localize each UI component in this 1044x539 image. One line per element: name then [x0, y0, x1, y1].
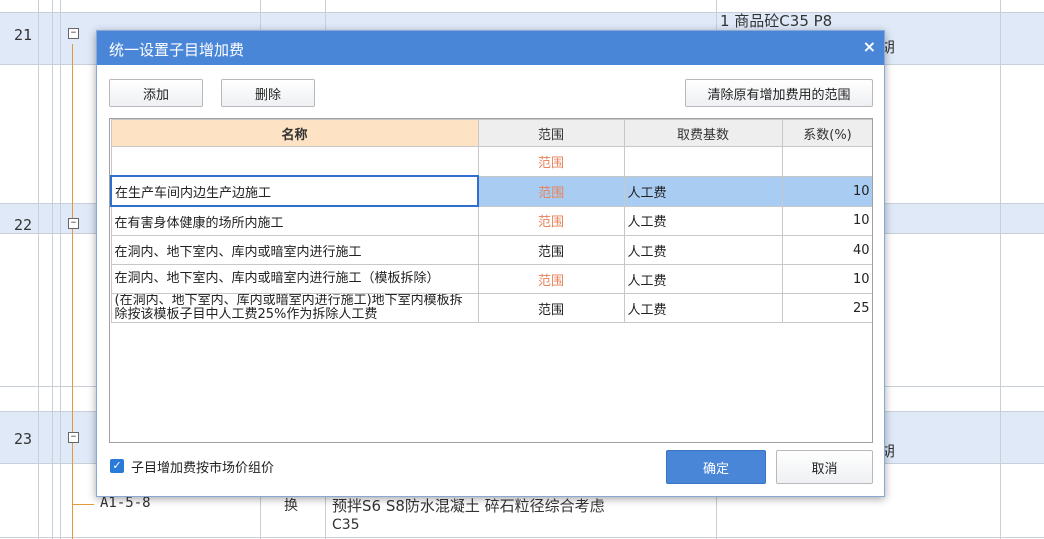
collapse-minus-icon[interactable]: −	[68, 432, 79, 443]
cell-base[interactable]: 人工费	[623, 293, 783, 323]
dialog-title-bar[interactable]: 统一设置子目增加费 ×	[97, 31, 884, 65]
column-header-scope[interactable]: 范围	[477, 119, 625, 147]
cell-coefficient[interactable]	[781, 146, 872, 177]
cell-name[interactable]: (在洞内、地下室内、库内或暗室内进行施工)地下室内模板拆除按该模板子目中人工费2…	[110, 293, 479, 323]
collapse-minus-icon[interactable]: −	[68, 28, 79, 39]
row-number: 21	[14, 26, 33, 44]
cell-name[interactable]: 在洞内、地下室内、库内或暗室内进行施工	[110, 235, 479, 265]
cell-coefficient[interactable]: 40	[781, 235, 872, 265]
item-code: A1-5-8	[100, 495, 151, 511]
cell-scope[interactable]: 范围	[477, 205, 625, 236]
item-description-2: C35	[332, 517, 360, 533]
checkbox-checked-icon[interactable]: ✓	[110, 459, 124, 473]
cell-coefficient[interactable]: 10	[781, 175, 872, 207]
table-row[interactable]: 范围	[110, 146, 872, 177]
collapse-minus-icon[interactable]: −	[68, 218, 79, 229]
material-text: 1 商品砼C35 P8	[720, 12, 833, 30]
cell-scope[interactable]: 范围	[477, 146, 625, 177]
table-row[interactable]: 在洞内、地下室内、库内或暗室内进行施工（模板拆除） 范围 人工费 10	[110, 264, 872, 294]
close-icon[interactable]: ×	[863, 37, 876, 56]
surcharge-grid[interactable]: 名称 范围 取费基数 系数(%) 范围 在生产车间内边生产边施工 范围 人工费	[109, 118, 873, 443]
set-surcharge-dialog: 统一设置子目增加费 × 添加 删除 清除原有增加费用的范围 名称 范围 取费基数…	[96, 30, 885, 497]
cell-base[interactable]: 人工费	[623, 175, 783, 207]
row-number: 22	[14, 216, 33, 234]
row-number: 23	[14, 430, 33, 448]
market-price-checkbox-label[interactable]: 子目增加费按市场价组价	[131, 457, 274, 476]
column-header-base[interactable]: 取费基数	[623, 119, 783, 147]
cell-scope[interactable]: 范围	[477, 264, 625, 294]
ok-button[interactable]: 确定	[666, 450, 766, 484]
column-header-name[interactable]: 名称	[110, 119, 479, 147]
cell-scope[interactable]: 范围	[477, 235, 625, 265]
item-description: 预拌S6 S8防水混凝土 碎石粒径综合考虑	[332, 497, 605, 515]
cell-name[interactable]: 在洞内、地下室内、库内或暗室内进行施工（模板拆除）	[110, 264, 479, 294]
cell-name[interactable]	[110, 146, 479, 177]
cell-scope[interactable]: 范围	[477, 293, 625, 323]
add-button[interactable]: 添加	[109, 79, 203, 107]
grid-header: 名称 范围 取费基数 系数(%)	[110, 119, 872, 147]
cancel-button[interactable]: 取消	[776, 450, 873, 484]
cell-base[interactable]	[623, 146, 783, 177]
cell-base[interactable]: 人工费	[623, 235, 783, 265]
delete-button[interactable]: 删除	[221, 79, 315, 107]
cell-name[interactable]: 在生产车间内边生产边施工	[110, 175, 479, 207]
cell-coefficient[interactable]: 10	[781, 205, 872, 236]
clear-scope-button[interactable]: 清除原有增加费用的范围	[685, 79, 873, 107]
table-row[interactable]: 在有害身体健康的场所内施工 范围 人工费 10	[110, 205, 872, 236]
cell-name[interactable]: 在有害身体健康的场所内施工	[110, 205, 479, 236]
cell-coefficient[interactable]: 10	[781, 264, 872, 294]
cell-scope[interactable]: 范围	[477, 175, 625, 207]
column-header-coefficient[interactable]: 系数(%)	[781, 119, 872, 147]
table-row[interactable]: (在洞内、地下室内、库内或暗室内进行施工)地下室内模板拆除按该模板子目中人工费2…	[110, 293, 872, 323]
table-row[interactable]: 在洞内、地下室内、库内或暗室内进行施工 范围 人工费 40	[110, 235, 872, 265]
dialog-title: 统一设置子目增加费	[109, 41, 245, 59]
cell-base[interactable]: 人工费	[623, 264, 783, 294]
cell-coefficient[interactable]: 25	[781, 293, 872, 323]
table-row-selected[interactable]: 在生产车间内边生产边施工 范围 人工费 10	[110, 175, 872, 207]
cell-base[interactable]: 人工费	[623, 205, 783, 236]
item-type: 换	[284, 498, 298, 514]
